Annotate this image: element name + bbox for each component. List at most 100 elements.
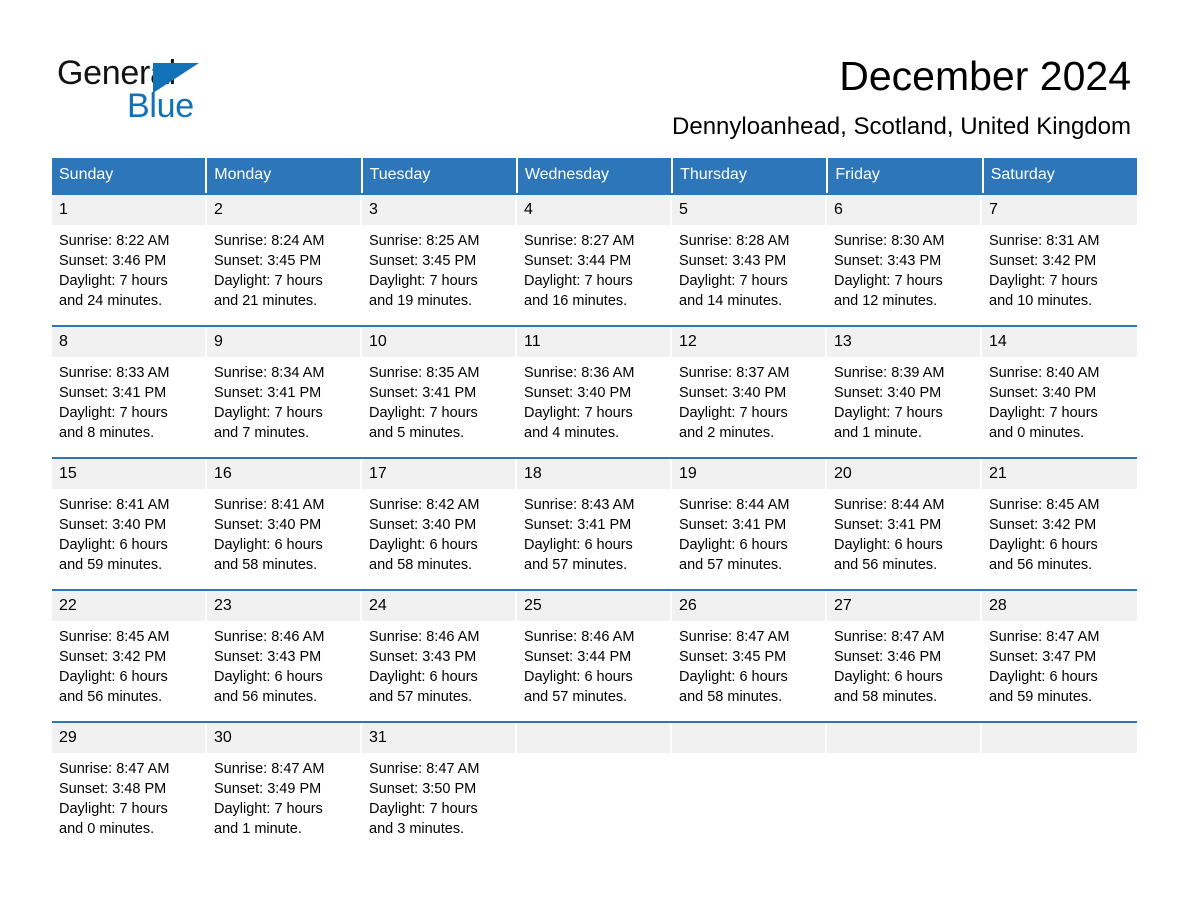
day-cell[interactable]: 10 Sunrise: 8:35 AM Sunset: 3:41 PM Dayligh… (362, 327, 517, 457)
daylight-text: Daylight: 6 hours (59, 669, 168, 685)
sunset-text: Sunset: 3:46 PM (834, 649, 942, 665)
daylight-text: and 4 minutes. (524, 425, 620, 441)
day-number: 14 (982, 327, 1137, 357)
day-details: Sunrise: 8:34 AM Sunset: 3:41 PM Daylight:… (207, 357, 362, 457)
day-details: Sunrise: 8:41 AM Sunset: 3:40 PM Daylight:… (207, 489, 362, 589)
day-cell[interactable]: 27 Sunrise: 8:47 AM Sunset: 3:46 PM Dayligh… (827, 591, 982, 721)
day-cell[interactable]: 30 Sunrise: 8:47 AM Sunset: 3:49 PM Dayligh… (207, 723, 362, 853)
day-details: Sunrise: 8:39 AM Sunset: 3:40 PM Daylight:… (827, 357, 982, 457)
day-details: Sunrise: 8:22 AM Sunset: 3:46 PM Daylight:… (52, 225, 207, 325)
page-title: December 2024 (839, 53, 1131, 99)
day-cell[interactable]: 25 Sunrise: 8:46 AM Sunset: 3:44 PM Dayligh… (517, 591, 672, 721)
day-cell[interactable]: 8 Sunrise: 8:33 AM Sunset: 3:41 PM Daylight… (52, 327, 207, 457)
day-number (827, 723, 982, 753)
day-details: Sunrise: 8:27 AM Sunset: 3:44 PM Daylight:… (517, 225, 672, 325)
day-cell[interactable]: 15 Sunrise: 8:41 AM Sunset: 3:40 PM Dayligh… (52, 459, 207, 589)
sunrise-text: Sunrise: 8:47 AM (989, 629, 1100, 645)
day-cell-empty (827, 723, 982, 853)
day-cell[interactable]: 26 Sunrise: 8:47 AM Sunset: 3:45 PM Dayligh… (672, 591, 827, 721)
day-cell[interactable]: 3 Sunrise: 8:25 AM Sunset: 3:45 PM Daylight… (362, 195, 517, 325)
daylight-text: Daylight: 7 hours (679, 273, 788, 289)
day-number: 10 (362, 327, 517, 357)
sunset-text: Sunset: 3:41 PM (369, 385, 477, 401)
sunrise-text: Sunrise: 8:41 AM (214, 497, 325, 513)
daylight-text: Daylight: 6 hours (214, 669, 323, 685)
sunset-text: Sunset: 3:45 PM (679, 649, 787, 665)
daylight-text: and 57 minutes. (679, 557, 783, 573)
calendar-week-row: 29 Sunrise: 8:47 AM Sunset: 3:48 PM Dayligh… (52, 721, 1137, 853)
day-cell[interactable]: 12 Sunrise: 8:37 AM Sunset: 3:40 PM Dayligh… (672, 327, 827, 457)
day-details: Sunrise: 8:31 AM Sunset: 3:42 PM Daylight:… (982, 225, 1137, 325)
generalblue-logo[interactable]: General Blue (57, 54, 317, 125)
weekday-wednesday: Wednesday (517, 158, 674, 193)
day-cell[interactable]: 29 Sunrise: 8:47 AM Sunset: 3:48 PM Dayligh… (52, 723, 207, 853)
day-cell[interactable]: 22 Sunrise: 8:45 AM Sunset: 3:42 PM Dayligh… (52, 591, 207, 721)
sunset-text: Sunset: 3:44 PM (524, 253, 632, 269)
day-cell[interactable]: 13 Sunrise: 8:39 AM Sunset: 3:40 PM Dayligh… (827, 327, 982, 457)
daylight-text: and 10 minutes. (989, 293, 1093, 309)
day-number: 31 (362, 723, 517, 753)
day-number: 28 (982, 591, 1137, 621)
sunset-text: Sunset: 3:42 PM (989, 517, 1097, 533)
daylight-text: Daylight: 7 hours (989, 405, 1098, 421)
sunset-text: Sunset: 3:43 PM (834, 253, 942, 269)
day-cell[interactable]: 6 Sunrise: 8:30 AM Sunset: 3:43 PM Daylight… (827, 195, 982, 325)
daylight-text: and 16 minutes. (524, 293, 628, 309)
day-cell[interactable]: 2 Sunrise: 8:24 AM Sunset: 3:45 PM Daylight… (207, 195, 362, 325)
day-cell[interactable]: 28 Sunrise: 8:47 AM Sunset: 3:47 PM Dayligh… (982, 591, 1137, 721)
day-details: Sunrise: 8:35 AM Sunset: 3:41 PM Daylight:… (362, 357, 517, 457)
sunrise-text: Sunrise: 8:30 AM (834, 233, 945, 249)
day-cell[interactable]: 14 Sunrise: 8:40 AM Sunset: 3:40 PM Dayligh… (982, 327, 1137, 457)
daylight-text: and 58 minutes. (834, 689, 938, 705)
calendar-weeks: 1 Sunrise: 8:22 AM Sunset: 3:46 PM Daylight… (52, 193, 1137, 853)
day-details: Sunrise: 8:30 AM Sunset: 3:43 PM Daylight:… (827, 225, 982, 325)
day-number: 2 (207, 195, 362, 225)
day-cell[interactable]: 1 Sunrise: 8:22 AM Sunset: 3:46 PM Daylight… (52, 195, 207, 325)
sunrise-text: Sunrise: 8:47 AM (214, 761, 325, 777)
daylight-text: Daylight: 7 hours (524, 273, 633, 289)
daylight-text: and 12 minutes. (834, 293, 938, 309)
day-number (982, 723, 1137, 753)
daylight-text: Daylight: 6 hours (989, 537, 1098, 553)
daylight-text: and 3 minutes. (369, 821, 465, 837)
day-cell[interactable]: 16 Sunrise: 8:41 AM Sunset: 3:40 PM Dayligh… (207, 459, 362, 589)
day-number: 15 (52, 459, 207, 489)
sunset-text: Sunset: 3:44 PM (524, 649, 632, 665)
sunset-text: Sunset: 3:40 PM (369, 517, 477, 533)
logo-text-blue: Blue (127, 87, 194, 125)
day-details: Sunrise: 8:37 AM Sunset: 3:40 PM Daylight:… (672, 357, 827, 457)
sunrise-text: Sunrise: 8:44 AM (679, 497, 790, 513)
day-cell[interactable]: 9 Sunrise: 8:34 AM Sunset: 3:41 PM Daylight… (207, 327, 362, 457)
day-cell[interactable]: 19 Sunrise: 8:44 AM Sunset: 3:41 PM Dayligh… (672, 459, 827, 589)
day-cell[interactable]: 4 Sunrise: 8:27 AM Sunset: 3:44 PM Daylight… (517, 195, 672, 325)
day-details: Sunrise: 8:28 AM Sunset: 3:43 PM Daylight:… (672, 225, 827, 325)
week-cells: 8 Sunrise: 8:33 AM Sunset: 3:41 PM Daylight… (52, 327, 1137, 457)
daylight-text: and 58 minutes. (369, 557, 473, 573)
day-details: Sunrise: 8:36 AM Sunset: 3:40 PM Daylight:… (517, 357, 672, 457)
daylight-text: Daylight: 7 hours (214, 801, 323, 817)
day-cell[interactable]: 20 Sunrise: 8:44 AM Sunset: 3:41 PM Dayligh… (827, 459, 982, 589)
daylight-text: and 58 minutes. (679, 689, 783, 705)
day-cell[interactable]: 17 Sunrise: 8:42 AM Sunset: 3:40 PM Dayligh… (362, 459, 517, 589)
day-cell[interactable]: 23 Sunrise: 8:46 AM Sunset: 3:43 PM Dayligh… (207, 591, 362, 721)
sunset-text: Sunset: 3:40 PM (679, 385, 787, 401)
day-cell[interactable]: 24 Sunrise: 8:46 AM Sunset: 3:43 PM Dayligh… (362, 591, 517, 721)
day-number: 30 (207, 723, 362, 753)
sunrise-text: Sunrise: 8:45 AM (989, 497, 1100, 513)
day-cell[interactable]: 7 Sunrise: 8:31 AM Sunset: 3:42 PM Daylight… (982, 195, 1137, 325)
sunrise-text: Sunrise: 8:31 AM (989, 233, 1100, 249)
sunset-text: Sunset: 3:41 PM (524, 517, 632, 533)
day-cell[interactable]: 31 Sunrise: 8:47 AM Sunset: 3:50 PM Dayligh… (362, 723, 517, 853)
day-cell[interactable]: 21 Sunrise: 8:45 AM Sunset: 3:42 PM Dayligh… (982, 459, 1137, 589)
daylight-text: and 56 minutes. (214, 689, 318, 705)
sunset-text: Sunset: 3:41 PM (59, 385, 167, 401)
day-cell[interactable]: 18 Sunrise: 8:43 AM Sunset: 3:41 PM Dayligh… (517, 459, 672, 589)
day-cell[interactable]: 11 Sunrise: 8:36 AM Sunset: 3:40 PM Dayligh… (517, 327, 672, 457)
sunset-text: Sunset: 3:41 PM (679, 517, 787, 533)
daylight-text: and 0 minutes. (59, 821, 155, 837)
day-cell[interactable]: 5 Sunrise: 8:28 AM Sunset: 3:43 PM Daylight… (672, 195, 827, 325)
sunset-text: Sunset: 3:45 PM (214, 253, 322, 269)
sunrise-text: Sunrise: 8:33 AM (59, 365, 170, 381)
day-details: Sunrise: 8:33 AM Sunset: 3:41 PM Daylight:… (52, 357, 207, 457)
day-number: 21 (982, 459, 1137, 489)
